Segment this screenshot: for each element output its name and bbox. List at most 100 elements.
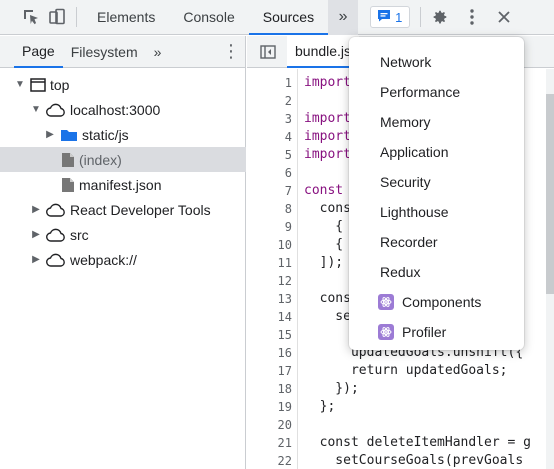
inspect-element-icon[interactable] — [18, 4, 44, 30]
collapsed-triangle-icon[interactable]: ▶ — [44, 129, 56, 140]
tree-item-src[interactable]: ▶ src — [0, 222, 246, 247]
tree-item-index[interactable]: (index) — [0, 147, 246, 172]
navigator-more-icon[interactable]: ⋮ — [217, 36, 245, 68]
code-line: ]); — [304, 254, 344, 272]
tree-item-localhost[interactable]: ▼ localhost:3000 — [0, 97, 246, 122]
line-number: 16 — [277, 346, 292, 360]
menu-item-memory[interactable]: Memory — [349, 107, 524, 137]
menu-item-label: Application — [380, 144, 449, 160]
collapsed-triangle-icon[interactable]: ▶ — [30, 204, 42, 215]
issues-button[interactable]: 1 — [370, 6, 411, 28]
line-number: 3 — [284, 112, 292, 126]
code-keyword: import — [304, 75, 351, 90]
file-icon — [61, 177, 75, 193]
gear-icon[interactable] — [427, 4, 453, 30]
navigator-tabs: Page Filesystem » ⋮ — [0, 36, 245, 68]
react-icon — [378, 294, 394, 310]
code-keyword: import — [304, 111, 351, 126]
tree-item-webpack[interactable]: ▶ webpack:// — [0, 247, 246, 272]
tree-item-top[interactable]: ▼ top — [0, 72, 246, 97]
collapsed-triangle-icon[interactable]: ▶ — [30, 229, 42, 240]
line-number: 20 — [277, 418, 292, 432]
divider — [76, 7, 77, 27]
issues-count: 1 — [395, 9, 403, 25]
tree-item-label: localhost:3000 — [70, 101, 161, 118]
expanded-triangle-icon[interactable]: ▼ — [14, 79, 26, 90]
menu-item-label: Redux — [380, 264, 421, 280]
code-line: const deleteItemHandler = g — [304, 434, 531, 452]
menu-item-recorder[interactable]: Recorder — [349, 227, 524, 257]
code-line: }); — [304, 380, 359, 398]
tree-item-label: (index) — [79, 151, 122, 168]
tab-filesystem[interactable]: Filesystem — [63, 36, 146, 68]
cloud-icon — [46, 228, 66, 242]
tree-item-manifest[interactable]: manifest.json — [0, 172, 246, 197]
file-icon — [61, 152, 75, 168]
line-number: 1 — [284, 76, 292, 90]
line-number: 6 — [284, 166, 292, 180]
line-number: 10 — [277, 238, 292, 252]
cloud-icon — [46, 103, 66, 117]
cloud-icon — [46, 203, 66, 217]
menu-item-label: Security — [380, 174, 431, 190]
menu-item-profiler[interactable]: Profiler — [349, 317, 524, 347]
line-number: 14 — [277, 310, 292, 324]
tree-item-static-js[interactable]: ▶ static/js — [0, 122, 246, 147]
tab-elements[interactable]: Elements — [83, 0, 169, 35]
tree-item-label: manifest.json — [79, 176, 162, 193]
line-number: 12 — [277, 274, 292, 288]
collapsed-triangle-icon[interactable]: ▶ — [30, 254, 42, 265]
menu-item-label: Memory — [380, 114, 431, 130]
line-number: 17 — [277, 364, 292, 378]
menu-item-lighthouse[interactable]: Lighthouse — [349, 197, 524, 227]
scrollbar-thumb[interactable] — [546, 94, 554, 294]
more-options-icon[interactable] — [459, 4, 485, 30]
menu-item-application[interactable]: Application — [349, 137, 524, 167]
line-number: 9 — [284, 220, 292, 234]
code-line: return updatedGoals; — [304, 362, 508, 380]
more-tabs-dropdown: Network Performance Memory Application Secur… — [349, 37, 524, 350]
close-icon[interactable] — [491, 4, 517, 30]
tree-item-react-devtools[interactable]: ▶ React Developer Tools — [0, 197, 246, 222]
menu-item-security[interactable]: Security — [349, 167, 524, 197]
more-navigator-tabs[interactable]: » — [146, 36, 170, 68]
code-text: }); — [304, 381, 359, 396]
devtools-toolbar: Elements Console Sources » 1 — [0, 0, 554, 35]
line-number: 21 — [277, 436, 292, 450]
tab-console[interactable]: Console — [169, 0, 248, 35]
line-number: 7 — [284, 184, 292, 198]
code-keyword: import — [304, 147, 351, 162]
menu-item-performance[interactable]: Performance — [349, 77, 524, 107]
code-keyword: import — [304, 129, 351, 144]
menu-item-label: Components — [402, 294, 482, 310]
code-line: }; — [304, 398, 336, 416]
code-text: }; — [304, 399, 336, 414]
tree-item-label: top — [50, 76, 70, 93]
menu-item-redux[interactable]: Redux — [349, 257, 524, 287]
message-icon — [377, 9, 391, 25]
device-toolbar-icon[interactable] — [44, 4, 70, 30]
divider — [420, 7, 422, 27]
line-number: 4 — [284, 130, 292, 144]
menu-item-label: Recorder — [380, 234, 438, 250]
tab-page[interactable]: Page — [14, 36, 63, 68]
menu-item-label: Performance — [380, 84, 461, 100]
frame-icon — [30, 77, 46, 92]
code-text: ]); — [304, 255, 344, 270]
line-number: 2 — [284, 94, 292, 108]
menu-item-label: Network — [380, 54, 432, 70]
tree-item-label: webpack:// — [70, 251, 137, 268]
menu-item-label: Lighthouse — [380, 204, 449, 220]
expanded-triangle-icon[interactable]: ▼ — [30, 104, 42, 115]
tab-sources[interactable]: Sources — [248, 0, 329, 35]
toggle-navigator-icon[interactable] — [255, 39, 281, 65]
react-icon — [378, 324, 394, 340]
line-number: 8 — [284, 202, 292, 216]
menu-item-components[interactable]: Components — [349, 287, 524, 317]
menu-item-network[interactable]: Network — [349, 47, 524, 77]
more-tabs-button[interactable]: » — [328, 0, 359, 35]
tree-item-label: src — [70, 226, 89, 243]
line-number: 19 — [277, 400, 292, 414]
cloud-icon — [46, 253, 66, 267]
tree-item-label: static/js — [82, 126, 129, 143]
